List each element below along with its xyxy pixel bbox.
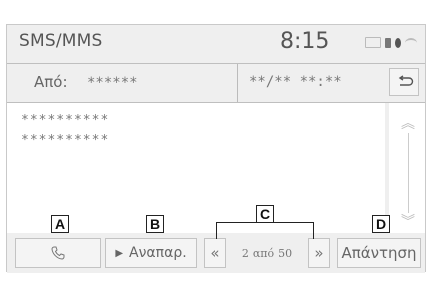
date-value: **/** **:** (249, 74, 342, 90)
signal-icon (365, 37, 381, 48)
wifi-icon (405, 37, 417, 48)
previous-message-button[interactable]: « (204, 238, 226, 268)
scroll-down-icon[interactable]: ︾ (401, 211, 415, 231)
reply-button[interactable]: Απάντηση (337, 238, 421, 268)
message-line: ********** (21, 113, 110, 128)
header-bar: SMS/MMS 8:15 (7, 25, 425, 64)
play-icon: ▶ (115, 247, 124, 259)
back-arrow-icon (398, 75, 414, 86)
phone-icon (51, 246, 65, 260)
page-title: SMS/MMS (19, 31, 103, 51)
reply-label: Απάντηση (341, 244, 417, 262)
bluetooth-icon (395, 37, 401, 48)
scrollbar[interactable]: ︽ ︾ (389, 103, 425, 233)
battery-icon (385, 37, 391, 48)
page-of: από (252, 246, 275, 260)
scroll-up-icon[interactable]: ︽ (401, 113, 415, 133)
message-pager: « 2 από 50 » (204, 238, 330, 268)
chevron-left-double-icon: « (210, 244, 220, 262)
callout-c: C (256, 205, 274, 223)
bottom-toolbar: ▶ Αναπαρ. « 2 από 50 » Απάντηση (7, 233, 425, 273)
page-indicator: 2 από 50 (228, 238, 306, 268)
callout-d: D (372, 215, 390, 233)
from-value: ****** (87, 75, 138, 91)
play-label: Αναπαρ. (129, 245, 187, 261)
divider (237, 64, 238, 102)
chevron-right-double-icon: » (314, 244, 324, 262)
callout-b: B (146, 215, 164, 233)
scroll-track[interactable] (408, 133, 409, 213)
page-total: 50 (278, 246, 293, 260)
next-message-button[interactable]: » (308, 238, 330, 268)
play-button[interactable]: ▶ Αναπαρ. (105, 238, 197, 268)
call-button[interactable] (15, 238, 101, 268)
page-current: 2 (241, 246, 249, 260)
callout-c-bracket (216, 222, 314, 239)
from-label: Από: (34, 73, 68, 91)
callout-a: A (51, 215, 69, 233)
clock: 8:15 (280, 29, 330, 54)
message-line: ********** (21, 133, 110, 148)
status-icons (365, 37, 417, 48)
back-button[interactable] (389, 68, 419, 96)
sender-row: Από: ****** **/** **:** (7, 64, 425, 103)
